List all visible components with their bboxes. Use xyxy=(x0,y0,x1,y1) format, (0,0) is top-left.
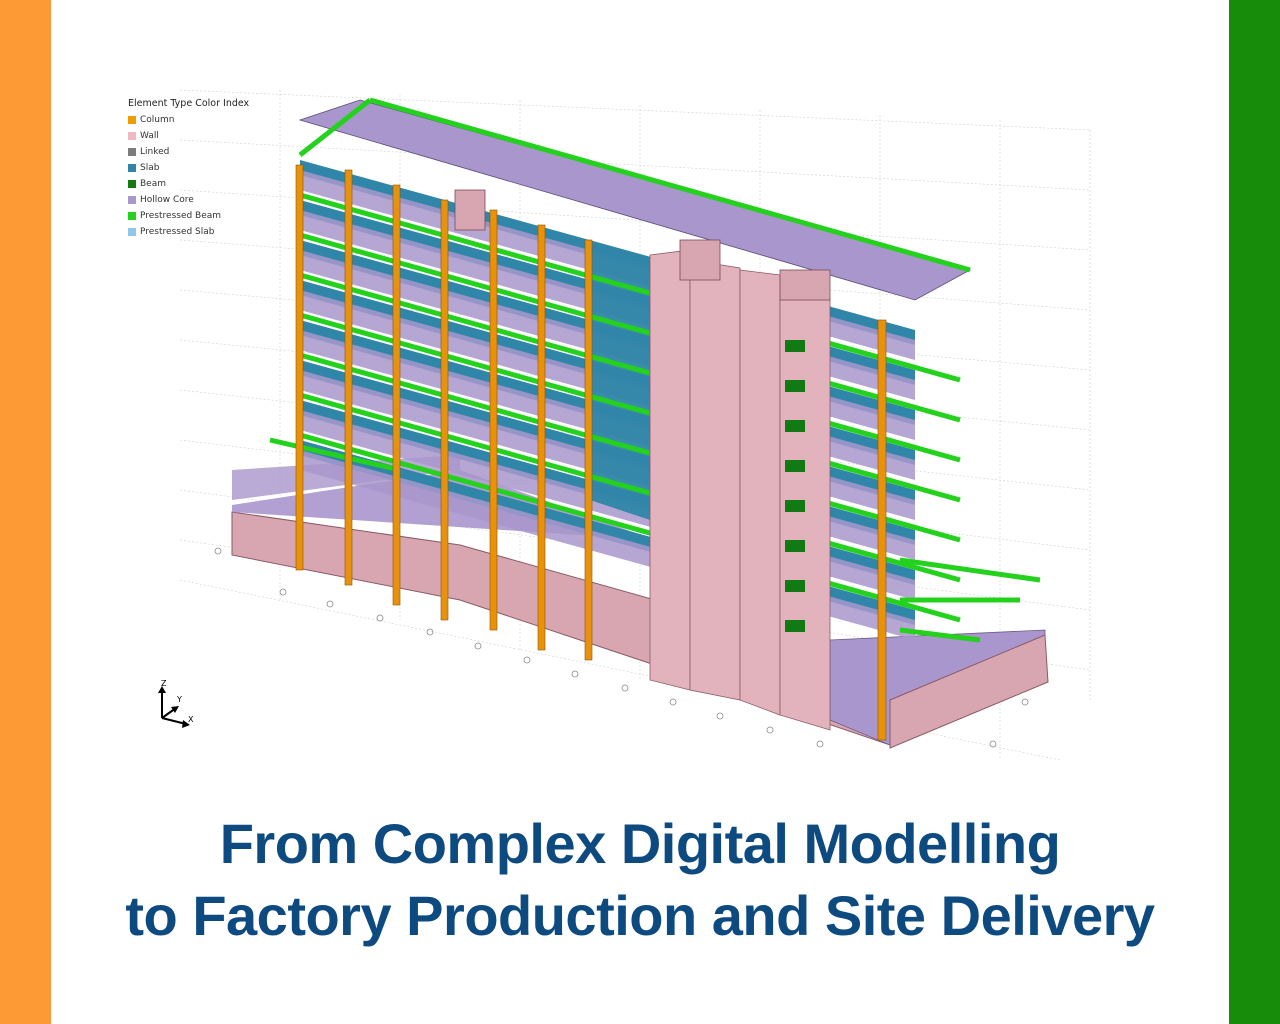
axis-label-z: Z xyxy=(161,680,167,688)
axis-label-x: X xyxy=(188,715,194,724)
legend-item-column: Column xyxy=(128,112,249,128)
swatch-hollow-core xyxy=(128,196,136,204)
swatch-column xyxy=(128,116,136,124)
legend-title: Element Type Color Index xyxy=(128,98,250,109)
swatch-wall xyxy=(128,132,136,140)
legend-item-wall: Wall xyxy=(128,128,249,144)
headline: From Complex Digital Modelling to Factor… xyxy=(51,808,1229,952)
legend-item-prestressed-beam: Prestressed Beam xyxy=(128,208,249,224)
swatch-prestressed-slab xyxy=(128,228,136,236)
headline-line-1: From Complex Digital Modelling xyxy=(219,812,1061,875)
swatch-slab xyxy=(128,164,136,172)
swatch-beam xyxy=(128,180,136,188)
element-type-legend: Element Type Color Index Column Wall Lin… xyxy=(128,96,249,240)
legend-item-prestressed-slab: Prestressed Slab xyxy=(128,224,249,240)
axis-label-y: Y xyxy=(176,695,182,704)
core-walls xyxy=(649,249,831,731)
axis-triad-icon: Z Y X xyxy=(158,680,194,728)
swatch-linked xyxy=(128,148,136,156)
headline-line-2: to Factory Production and Site Delivery xyxy=(125,884,1155,947)
swatch-prestressed-beam xyxy=(128,212,136,220)
legend-item-slab: Slab xyxy=(128,160,249,176)
legend-item-beam: Beam xyxy=(128,176,249,192)
legend-item-hollow-core: Hollow Core xyxy=(128,192,249,208)
legend-item-linked: Linked xyxy=(128,144,249,160)
